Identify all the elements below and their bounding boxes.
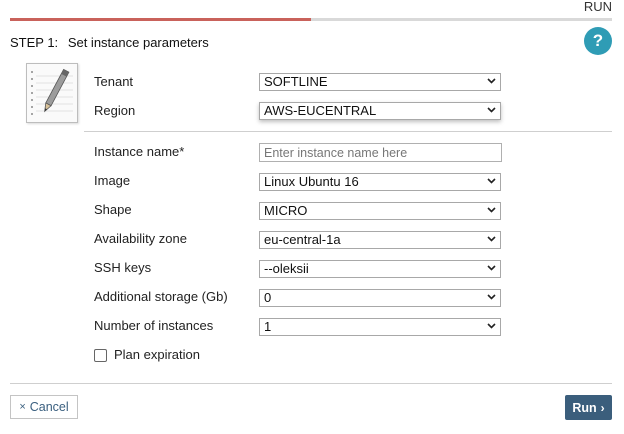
image-select[interactable]: Linux Ubuntu 16 [259,173,501,191]
ssh-keys-label: SSH keys [94,260,152,275]
number-of-instances-select[interactable]: 1 [259,318,501,336]
run-tab[interactable]: RUN [584,0,612,14]
section-divider [84,131,612,132]
cancel-button[interactable]: × Cancel [10,395,78,419]
chevron-down-icon [487,294,496,300]
ssh-keys-value: --oleksii [264,261,309,276]
chevron-down-icon [487,323,496,329]
tenant-value: SOFTLINE [264,74,328,89]
availability-zone-select[interactable]: eu-central-1a [259,231,501,249]
question-mark-icon: ? [592,31,604,50]
region-value: AWS-EUCENTRAL [264,103,377,118]
progress-fill [10,18,311,21]
ssh-keys-select[interactable]: --oleksii [259,260,501,278]
notepad-pencil-icon [26,63,78,123]
instance-name-input[interactable] [259,143,502,162]
help-button[interactable]: ? [584,27,612,55]
region-select[interactable]: AWS-EUCENTRAL [259,102,501,120]
chevron-down-icon [487,78,496,84]
run-button-label: Run [572,400,597,415]
plan-expiration-checkbox[interactable] [94,349,107,362]
availability-zone-label: Availability zone [94,231,187,246]
progress-track [10,18,612,21]
footer-divider [10,383,612,384]
instance-name-label: Instance name* [94,144,185,159]
step-number: STEP 1: [10,35,59,50]
chevron-down-icon [487,265,496,271]
run-button[interactable]: Run › [565,395,612,420]
additional-storage-value: 0 [264,290,272,305]
close-icon: × [19,401,26,413]
image-value: Linux Ubuntu 16 [264,174,359,189]
region-label: Region [94,103,136,118]
shape-label: Shape [94,202,132,217]
image-label: Image [94,173,131,188]
chevron-down-icon [487,207,496,213]
step-header: STEP 1: Set instance parameters [10,35,209,50]
plan-expiration-label[interactable]: Plan expiration [114,347,200,362]
shape-value: MICRO [264,203,308,218]
chevron-down-icon [487,236,496,242]
number-of-instances-value: 1 [264,319,272,334]
number-of-instances-label: Number of instances [94,318,214,333]
availability-zone-value: eu-central-1a [264,232,341,247]
chevron-down-icon [487,178,496,184]
additional-storage-label: Additional storage (Gb) [94,289,228,304]
additional-storage-select[interactable]: 0 [259,289,501,307]
tenant-label: Tenant [94,74,134,89]
shape-select[interactable]: MICRO [259,202,501,220]
tenant-select[interactable]: SOFTLINE [259,73,501,91]
chevron-down-icon [487,107,496,113]
step-title: Set instance parameters [67,35,209,50]
chevron-right-icon: › [600,400,605,415]
cancel-button-label: Cancel [29,400,69,414]
